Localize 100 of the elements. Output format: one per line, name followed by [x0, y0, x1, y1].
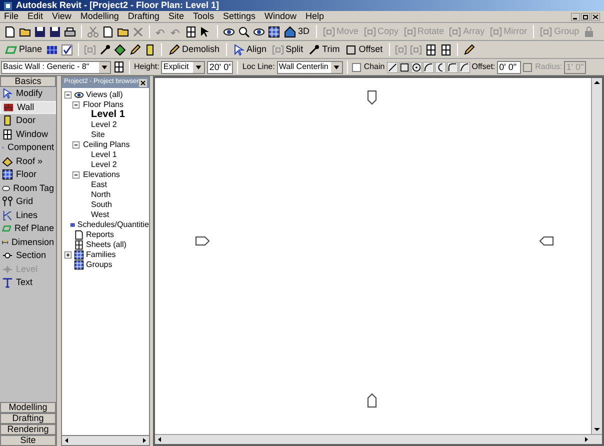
palette-tab[interactable]: Modelling	[0, 402, 56, 413]
palette-item[interactable]: Floor	[0, 168, 56, 182]
menu-item[interactable]: Window	[264, 12, 297, 21]
down-arrow-icon[interactable]	[592, 425, 602, 434]
tree-item[interactable]: Ceiling Plans	[83, 141, 130, 149]
rectangle-icon[interactable]	[398, 62, 410, 72]
tree-item[interactable]: Level 1	[91, 151, 117, 159]
arc-icon[interactable]	[434, 62, 446, 72]
restore-icon[interactable]	[581, 12, 590, 20]
tree-item[interactable]: Views (all)	[86, 91, 123, 99]
menu-item[interactable]: Modelling	[80, 12, 119, 21]
menu-item[interactable]: Edit	[28, 12, 44, 21]
elevation-marker-icon[interactable]	[366, 392, 378, 408]
menu-item[interactable]: File	[4, 12, 19, 21]
menu-item[interactable]: Drafting	[128, 12, 160, 21]
dropdown[interactable]: Basic Wall : Generic - 8"	[1, 60, 111, 74]
tree-item[interactable]: Elevations	[83, 171, 120, 179]
close-icon[interactable]	[591, 12, 600, 20]
tree-item[interactable]: Schedules/Quantitie	[77, 221, 149, 229]
expand-icon[interactable]	[64, 251, 72, 259]
menu-item[interactable]: Settings	[222, 12, 256, 21]
palette-item[interactable]: Grid	[0, 195, 56, 208]
up-arrow-icon[interactable]	[592, 78, 602, 87]
tree-item[interactable]: South	[91, 201, 112, 209]
checkbox[interactable]: Chain	[352, 62, 385, 72]
toolbar-button[interactable]: Trim	[307, 44, 341, 56]
menu-item[interactable]: Site	[168, 12, 184, 21]
dropdown[interactable]: Explicit	[161, 60, 206, 74]
bracket-icon	[410, 44, 422, 56]
bracket-icon	[404, 26, 416, 38]
palette-item[interactable]: Ref Plane	[0, 222, 56, 236]
input-field[interactable]: 0' 0"	[497, 60, 522, 74]
elevation-marker-icon[interactable]	[195, 235, 211, 247]
line-icon[interactable]	[386, 62, 398, 72]
toolbar-button[interactable]: Split	[270, 44, 304, 56]
palette-tab[interactable]: Site	[0, 435, 56, 446]
toolbar-button[interactable]: Demolish	[167, 44, 221, 56]
menu-item[interactable]: Tools	[192, 12, 214, 21]
palette-item[interactable]: Window	[0, 128, 56, 141]
collapse-icon[interactable]	[72, 141, 80, 149]
tree-item[interactable]: North	[91, 191, 111, 199]
minimize-icon[interactable]	[571, 12, 580, 20]
bracket-icon	[490, 26, 502, 38]
palette-item[interactable]: Text	[0, 276, 56, 290]
collapse-icon[interactable]	[72, 171, 80, 179]
palette-item[interactable]: Wall	[0, 100, 56, 114]
fillet-arc-icon[interactable]	[446, 62, 458, 72]
tree-item[interactable]: East	[91, 181, 108, 189]
menu-item[interactable]: View	[52, 12, 72, 21]
printer-icon	[64, 26, 76, 38]
toolbar-button[interactable]: Offset	[344, 44, 384, 56]
toolbar-button[interactable]: Align	[232, 44, 268, 56]
diamond-icon	[114, 44, 126, 56]
palette-tab[interactable]: Drafting	[0, 413, 56, 424]
palette-item[interactable]: Component	[0, 141, 56, 154]
tree-item[interactable]: Reports	[86, 231, 114, 239]
horizontal-scrollbar[interactable]	[62, 435, 149, 445]
sheet-icon	[74, 240, 84, 250]
circle-icon[interactable]	[410, 62, 422, 72]
menu-item[interactable]: Help	[306, 12, 324, 21]
bracket-icon	[364, 26, 376, 38]
collapse-icon[interactable]	[72, 101, 80, 109]
tree-item[interactable]: Groups	[86, 261, 112, 269]
input-field[interactable]: 20' 0"	[207, 60, 234, 74]
dropdown[interactable]: Wall Centerlin	[276, 60, 343, 74]
palette-item[interactable]: Dimension	[0, 236, 56, 249]
tree-item[interactable]: Level 1	[91, 110, 125, 120]
vertical-scrollbar[interactable]	[591, 78, 602, 434]
collapse-icon[interactable]	[64, 91, 72, 99]
palette-item[interactable]: Lines	[0, 208, 56, 222]
scissors-icon	[87, 26, 99, 38]
window-title: Autodesk Revit - [Project2 - Floor Plan: Level 1]	[16, 1, 220, 10]
arc-icon[interactable]	[458, 62, 470, 72]
lock-icon	[583, 26, 596, 38]
tree-item[interactable]: Site	[91, 131, 105, 139]
palette-item[interactable]: Room Tag	[0, 182, 56, 195]
elevation-marker-icon[interactable]	[538, 235, 554, 247]
palette-header[interactable]: Basics	[0, 76, 56, 87]
letter-t-icon	[2, 277, 13, 288]
close-icon[interactable]	[139, 78, 147, 86]
tree-item[interactable]: Level 2	[91, 161, 117, 169]
horizontal-scrollbar[interactable]	[155, 434, 602, 444]
tree-item[interactable]: West	[91, 211, 110, 219]
palette-item[interactable]: Door	[0, 114, 56, 128]
palette-item[interactable]: Roof »	[0, 154, 56, 168]
tree-item[interactable]: Floor Plans	[83, 101, 124, 109]
arc-icon[interactable]	[422, 62, 434, 72]
lines-icon	[2, 210, 13, 221]
palette-tab[interactable]: Rendering	[0, 424, 56, 435]
tree-item[interactable]: Level 2	[91, 121, 117, 129]
tree-item[interactable]: Families	[86, 251, 116, 259]
grid-icon	[74, 250, 84, 260]
dropper-icon	[308, 44, 320, 56]
app-logo-icon	[4, 2, 12, 10]
palette-item[interactable]: Modify	[0, 87, 56, 100]
toolbar-button[interactable]: 3D	[283, 26, 311, 38]
elevation-marker-icon[interactable]	[366, 90, 378, 106]
palette-item[interactable]: Section	[0, 249, 56, 262]
tree-item[interactable]: Sheets (all)	[86, 241, 126, 249]
toolbar-button[interactable]: Plane	[4, 44, 44, 56]
